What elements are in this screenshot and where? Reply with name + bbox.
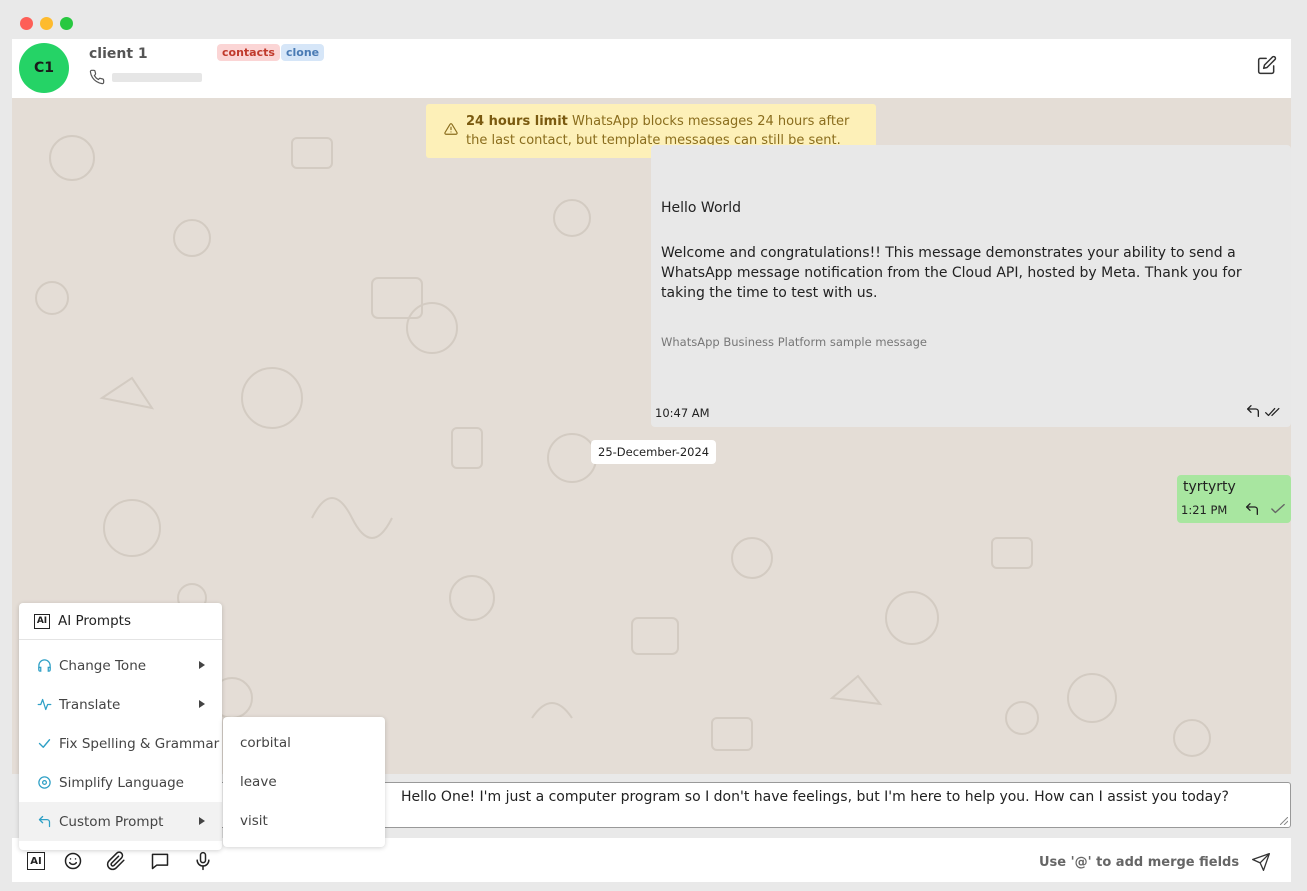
send-icon[interactable] (1251, 852, 1271, 872)
pulse-icon (37, 698, 52, 711)
message-input-text[interactable]: Hello One! I'm just a computer program s… (401, 789, 1229, 805)
menu-item-label: Change Tone (59, 657, 147, 674)
microphone-icon[interactable] (193, 851, 213, 871)
chevron-right-icon (199, 700, 205, 708)
custom-prompt-submenu: corbital leave visit (223, 717, 385, 847)
maximize-window-button[interactable] (60, 17, 73, 30)
warning-triangle-icon (444, 123, 458, 135)
template-message-body: Welcome and congratulations!! This messa… (661, 245, 1242, 301)
close-window-button[interactable] (20, 17, 33, 30)
minimize-window-button[interactable] (40, 17, 53, 30)
chat-header: C1 client 1 contacts clone (12, 39, 1291, 98)
double-check-icon (1265, 407, 1280, 417)
single-check-icon (1271, 503, 1285, 514)
phone-icon (89, 69, 105, 85)
ai-prompts-button[interactable]: AI (27, 852, 45, 870)
template-message-bubble: Hello World Welcome and congratulations!… (651, 145, 1291, 427)
menu-item-translate[interactable]: Translate (19, 685, 222, 724)
resize-handle-icon[interactable] (1280, 817, 1288, 825)
ai-prompts-menu-header: AI AI Prompts (19, 603, 222, 640)
menu-item-label: Custom Prompt (59, 813, 164, 830)
reply-arrow-icon (38, 815, 51, 828)
check-icon (38, 739, 51, 748)
outgoing-message-text: tyrtyrty (1183, 479, 1236, 495)
contact-name: client 1 (89, 46, 148, 62)
template-message-footer: WhatsApp Business Platform sample messag… (661, 335, 927, 349)
edit-icon[interactable] (1257, 55, 1277, 75)
target-icon (38, 776, 51, 789)
chevron-right-icon (199, 817, 205, 825)
merge-fields-hint: Use '@' to add merge fields (1039, 855, 1240, 870)
reply-icon[interactable] (1244, 501, 1260, 517)
ai-prompts-menu: AI AI Prompts Change Tone Translate Fix … (19, 603, 222, 850)
menu-item-custom-prompt[interactable]: Custom Prompt (19, 802, 222, 841)
submenu-item-leave[interactable]: leave (240, 774, 277, 790)
menu-item-label: Simplify Language (59, 774, 184, 791)
menu-item-simplify-language[interactable]: Simplify Language (19, 763, 222, 802)
tag-badge-contacts: contacts (217, 44, 280, 61)
phone-number-redacted (112, 73, 202, 82)
message-timestamp: 1:21 PM (1181, 503, 1228, 517)
paperclip-icon[interactable] (106, 851, 126, 871)
avatar[interactable]: C1 (19, 43, 69, 93)
date-separator: 25-December-2024 (591, 440, 717, 464)
headphones-icon (38, 659, 51, 672)
reply-icon[interactable] (1245, 403, 1261, 419)
window-controls (20, 17, 73, 30)
menu-item-label: Translate (59, 696, 121, 713)
warning-title: 24 hours limit (466, 114, 568, 129)
message-timestamp: 10:47 AM (655, 406, 710, 420)
template-message-title: Hello World (661, 200, 742, 216)
tag-badge-clone: clone (281, 44, 325, 61)
submenu-item-corbital[interactable]: corbital (240, 735, 291, 751)
submenu-item-visit[interactable]: visit (240, 813, 268, 829)
menu-item-change-tone[interactable]: Change Tone (19, 646, 222, 685)
chevron-right-icon (199, 661, 205, 669)
menu-item-label: Fix Spelling & Grammar (59, 735, 220, 752)
chat-bubble-icon[interactable] (150, 851, 170, 871)
emoji-icon[interactable] (63, 851, 83, 871)
outgoing-message-bubble: tyrtyrty 1:21 PM (1177, 475, 1291, 523)
ai-prompts-menu-title: AI Prompts (58, 613, 131, 629)
ai-icon: AI (34, 613, 50, 629)
menu-item-fix-spelling-grammar[interactable]: Fix Spelling & Grammar (19, 724, 222, 763)
